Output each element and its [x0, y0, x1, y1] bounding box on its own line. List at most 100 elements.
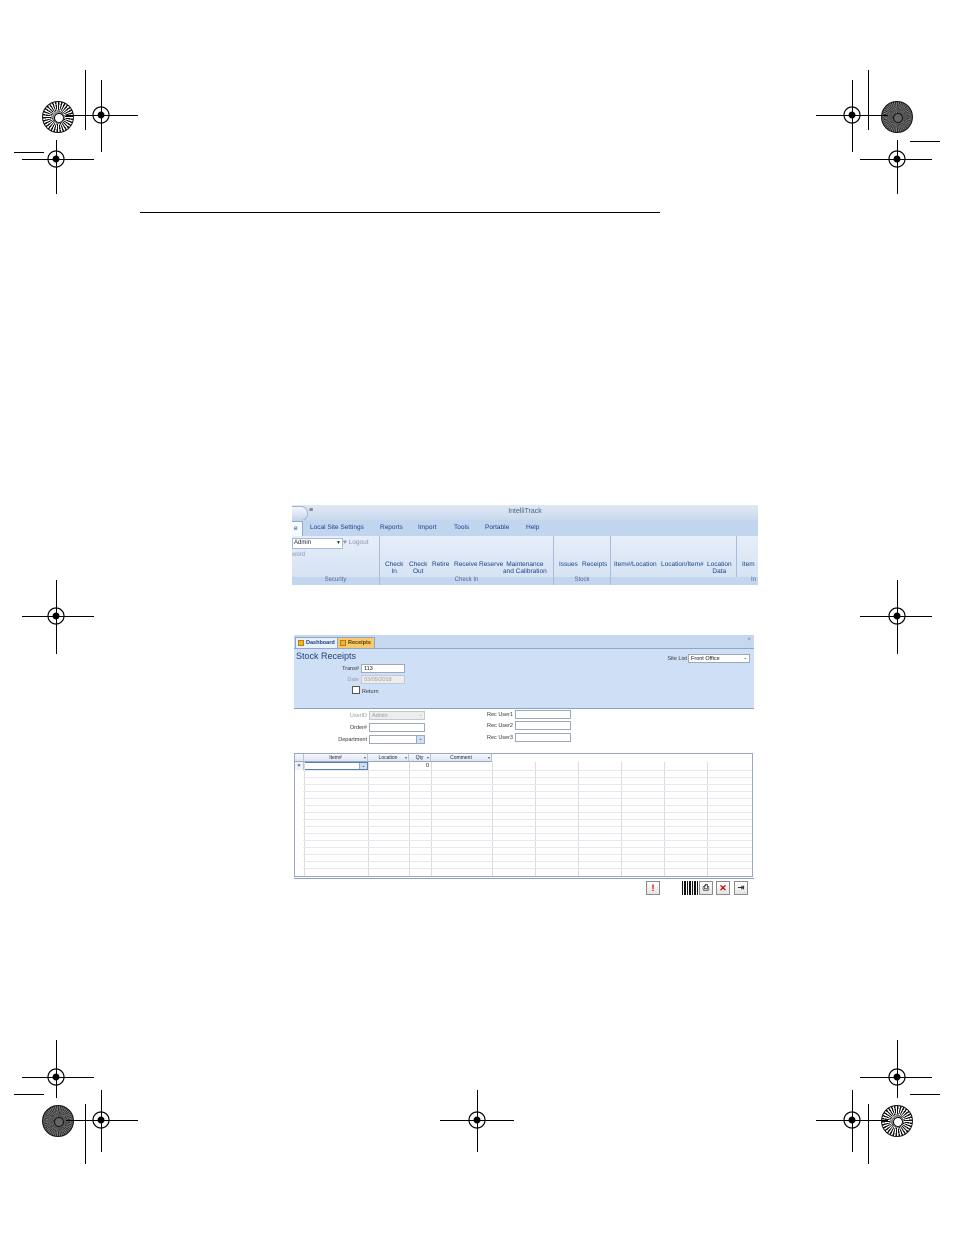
- location-data-button[interactable]: Location Data: [707, 561, 732, 575]
- check-in-button[interactable]: Check In: [385, 561, 403, 575]
- grid-corner[interactable]: [295, 754, 304, 762]
- date-value: 03/05/2018: [364, 677, 392, 683]
- title-bar: ≡ IntelliTrack: [292, 505, 758, 521]
- logout-button[interactable]: ♥ Logout: [343, 539, 369, 546]
- group-label-check-in: Check In: [380, 577, 553, 585]
- receipts-button[interactable]: Receipts: [582, 561, 607, 568]
- recuser2-field[interactable]: [515, 721, 571, 730]
- recuser3-field[interactable]: [515, 733, 571, 742]
- sort-icon[interactable]: ▾: [405, 754, 407, 762]
- chevron-down-icon[interactable]: ⌄: [416, 736, 424, 743]
- site-list-select[interactable]: Front Office ⌄: [688, 654, 750, 663]
- return-label: Return: [362, 689, 379, 695]
- column-header-comment[interactable]: Comment ▾: [431, 754, 492, 762]
- sort-icon[interactable]: ▾: [427, 754, 429, 762]
- tab-import[interactable]: Import: [418, 524, 436, 531]
- userid-value: Admin: [372, 713, 388, 719]
- grid-line: [303, 840, 752, 841]
- group-label-inventory-text: In: [750, 577, 756, 583]
- order-field[interactable]: [369, 723, 425, 732]
- check-in-label-2: In: [391, 568, 397, 575]
- cancel-icon: ✕: [719, 883, 727, 893]
- group-label-inventory: In: [611, 577, 758, 585]
- password-button[interactable]: word: [292, 552, 305, 558]
- registration-mark-icon: [468, 1111, 486, 1129]
- date-label: Date: [347, 677, 359, 683]
- grid-line: [303, 868, 752, 869]
- column-header-qty[interactable]: Qty ▾: [409, 754, 431, 762]
- grid-line: [303, 791, 752, 792]
- tab-receipts[interactable]: Receipts: [337, 637, 375, 648]
- tab-local-site-settings[interactable]: Local Site Settings: [310, 524, 364, 531]
- grid-line: [303, 812, 752, 813]
- recuser2-label: Rec User2: [487, 723, 513, 729]
- registration-starburst-icon: [881, 1105, 913, 1137]
- registration-mark-icon: [92, 1111, 110, 1129]
- item-location-button[interactable]: Item#/Location: [614, 561, 657, 568]
- date-field[interactable]: 03/05/2018: [361, 675, 405, 684]
- retire-button[interactable]: Retire: [432, 561, 449, 568]
- grid-line: [303, 861, 752, 862]
- sort-icon[interactable]: ▾: [488, 754, 490, 762]
- form-footer: ! ⎙ ✕ ⇥: [294, 878, 754, 897]
- trans-value: 113: [364, 666, 373, 672]
- form-icon: [298, 640, 304, 646]
- tab-portable[interactable]: Portable: [485, 524, 509, 531]
- recuser3-label: Rec User3: [487, 735, 513, 741]
- receipts-grid[interactable]: Item# ▾ Location ▾ Qty ▾ Comment ▾ ✶ ⌄ 0: [294, 753, 753, 877]
- check-out-label-1: Check: [409, 561, 428, 568]
- item-button[interactable]: Item: [742, 561, 755, 568]
- document-tabs: Dashboard Receipts ×: [294, 635, 754, 649]
- tab-help[interactable]: Help: [526, 524, 539, 531]
- tab-reports[interactable]: Reports: [380, 524, 403, 531]
- chevron-down-icon[interactable]: ⌄: [359, 763, 367, 769]
- user-select[interactable]: Admin ▼: [292, 538, 343, 549]
- grid-line: [303, 770, 752, 771]
- location-data-label-1: Location: [707, 561, 732, 568]
- check-out-button[interactable]: Check Out: [409, 561, 427, 575]
- exit-button[interactable]: ⇥: [734, 881, 748, 895]
- site-list-label: Site List: [667, 656, 687, 662]
- reserve-button[interactable]: Reserve: [479, 561, 503, 568]
- maintenance-button[interactable]: Maintenance and Calibration: [503, 561, 547, 575]
- registration-mark-icon: [47, 150, 65, 168]
- tab-dashboard[interactable]: Dashboard: [295, 637, 339, 648]
- userid-label: UserID: [349, 713, 367, 719]
- column-header-comment-label: Comment: [450, 755, 472, 761]
- department-select[interactable]: ⌄: [369, 735, 425, 744]
- close-icon[interactable]: ×: [747, 637, 751, 643]
- trans-label: Trans#: [342, 666, 359, 672]
- tab-home[interactable]: e: [292, 521, 303, 536]
- print-button[interactable]: ⎙: [699, 881, 713, 895]
- crop-line: [14, 1094, 44, 1095]
- column-header-location[interactable]: Location ▾: [368, 754, 409, 762]
- receive-button[interactable]: Receive: [454, 561, 477, 568]
- grid-line: [303, 784, 752, 785]
- crop-line: [910, 1094, 940, 1095]
- alert-button[interactable]: !: [646, 881, 660, 895]
- chevron-down-icon[interactable]: ⌄: [417, 712, 424, 719]
- issues-button[interactable]: Issues: [559, 561, 578, 568]
- new-record-icon[interactable]: ✶: [295, 762, 304, 770]
- group-label-security: Security: [292, 577, 379, 585]
- new-row-qty-cell[interactable]: 0: [409, 762, 431, 770]
- cancel-button[interactable]: ✕: [716, 881, 730, 895]
- userid-select[interactable]: Admin ⌄: [369, 711, 425, 720]
- grid-line: [303, 854, 752, 855]
- tab-tools[interactable]: Tools: [454, 524, 469, 531]
- page-header-rule: [140, 212, 660, 213]
- column-header-item[interactable]: Item# ▾: [304, 754, 368, 762]
- chevron-down-icon[interactable]: ⌄: [742, 655, 749, 662]
- trans-field[interactable]: 113: [361, 664, 405, 673]
- site-list-value: Front Office: [691, 656, 720, 662]
- exit-icon: ⇥: [737, 883, 745, 892]
- stock-receipts-window: Dashboard Receipts × Stock Receipts Tran…: [294, 635, 754, 897]
- grid-line: [303, 826, 752, 827]
- new-row-item-cell[interactable]: ⌄: [304, 762, 368, 770]
- return-checkbox[interactable]: [352, 686, 360, 694]
- registration-mark-icon: [47, 1068, 65, 1086]
- barcode-icon[interactable]: [682, 881, 698, 895]
- recuser1-field[interactable]: [515, 710, 571, 719]
- location-item-button[interactable]: Location/Item#: [661, 561, 704, 568]
- sort-icon[interactable]: ▾: [364, 754, 366, 762]
